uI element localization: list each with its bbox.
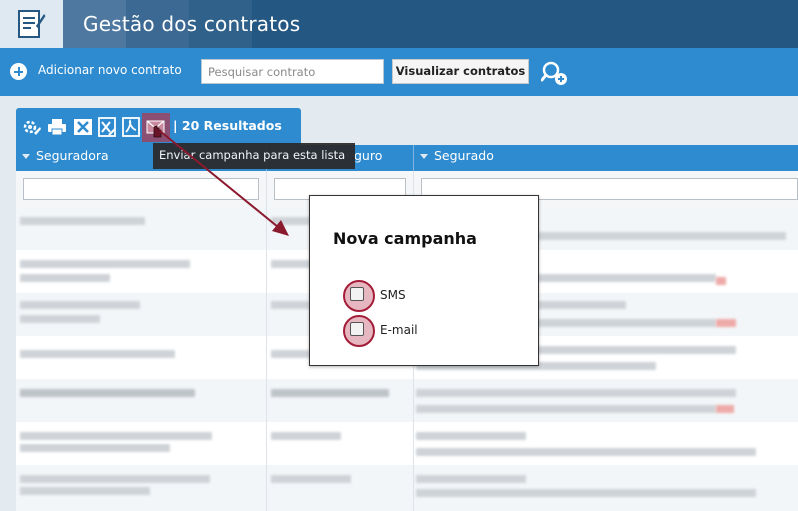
email-label: E-mail xyxy=(380,323,418,337)
sms-label: SMS xyxy=(380,288,406,302)
sms-checkbox[interactable] xyxy=(350,287,364,301)
modal-title: Nova campanha xyxy=(333,229,477,248)
email-checkbox[interactable] xyxy=(350,322,364,336)
new-campaign-modal: Nova campanha SMS E-mail xyxy=(309,195,539,366)
